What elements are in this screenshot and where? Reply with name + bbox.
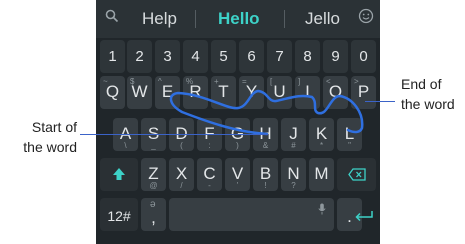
start-label-line2: the word [23, 139, 77, 155]
end-callout-line [365, 101, 395, 102]
start-label-line1: Start of [31, 119, 77, 135]
end-label-line2: the word [401, 96, 455, 112]
start-of-word-label: Start of the word [17, 117, 77, 157]
end-of-word-label: End of the word [401, 74, 455, 114]
end-label-line1: End of [401, 76, 442, 92]
start-callout-line [80, 134, 268, 135]
